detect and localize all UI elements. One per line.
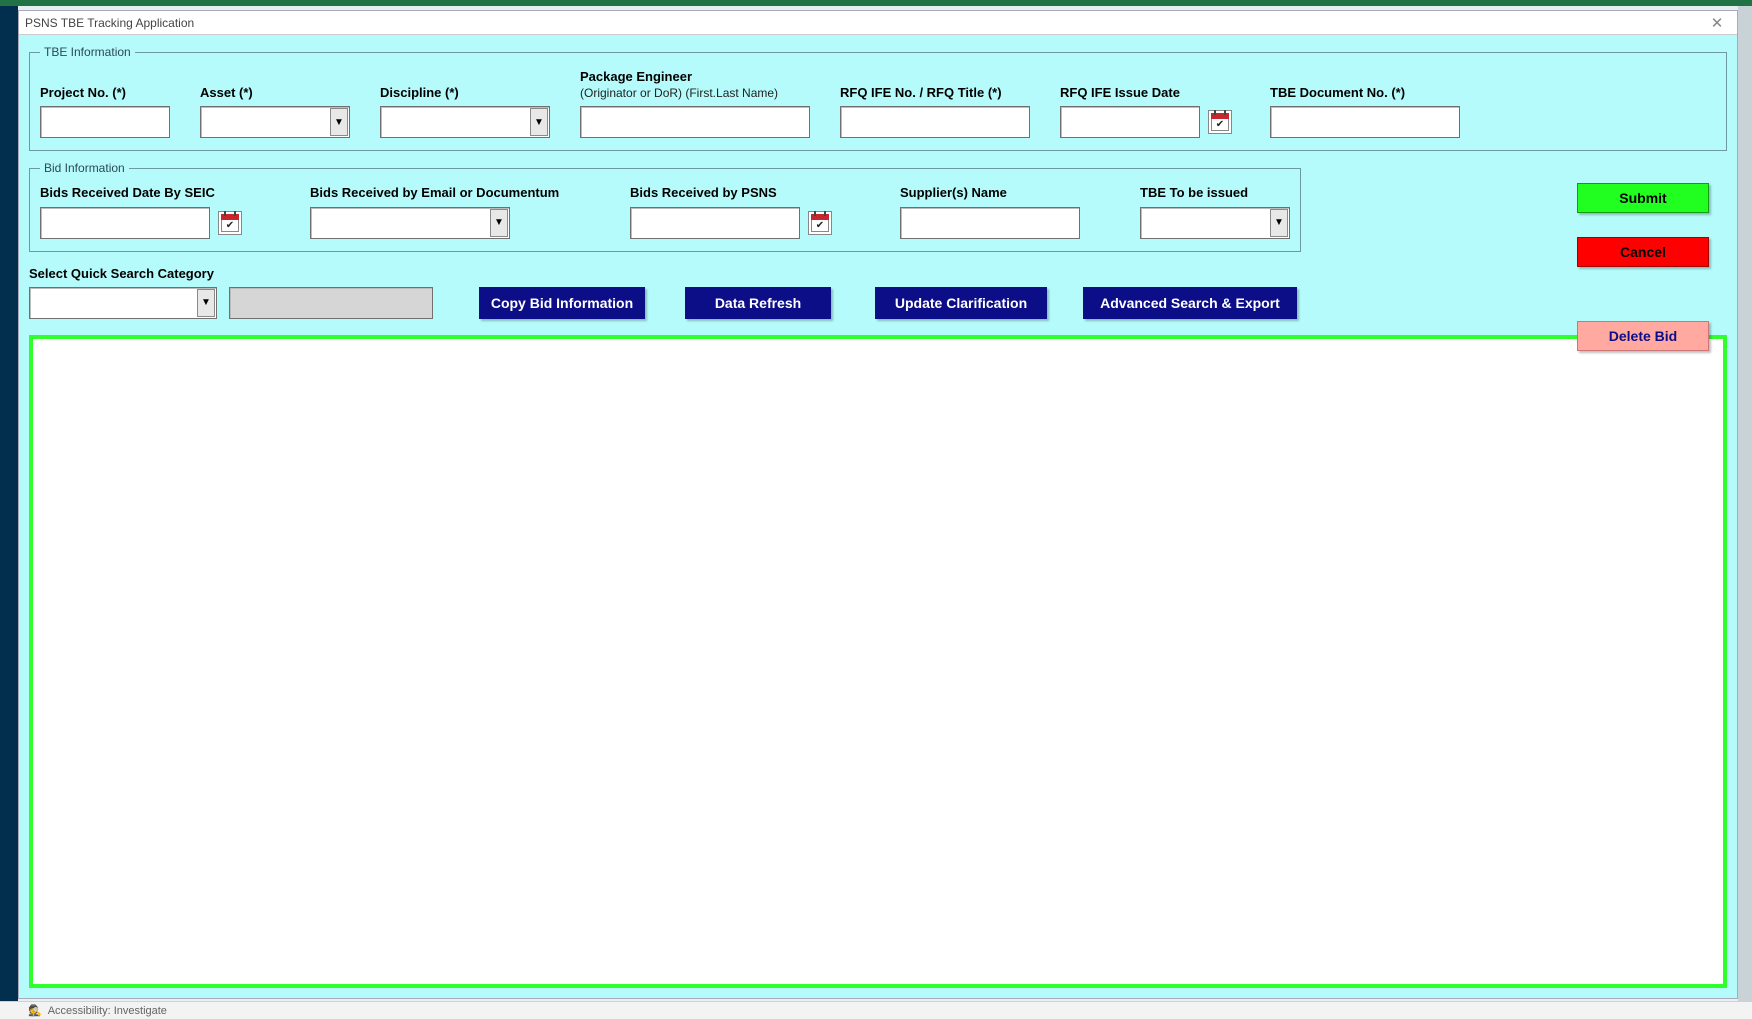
window-title: PSNS TBE Tracking Application	[25, 16, 194, 30]
app-top-ribbon	[0, 0, 1752, 6]
method-combobox[interactable]	[310, 207, 510, 239]
submit-button[interactable]: Submit	[1577, 183, 1709, 213]
package-engineer-sublabel: (Originator or DoR) (First.Last Name)	[580, 86, 778, 100]
discipline-label: Discipline (*)	[380, 85, 550, 101]
window-content: TBE Information Project No. (*) Asset (*…	[19, 35, 1737, 998]
tbe-doc-no-label: TBE Document No. (*)	[1270, 85, 1460, 101]
chevron-down-icon[interactable]: ▼	[490, 209, 508, 237]
titlebar: PSNS TBE Tracking Application ✕	[19, 11, 1737, 35]
project-no-label: Project No. (*)	[40, 85, 170, 101]
background-app-strip	[0, 6, 18, 1019]
quick-search-term-input[interactable]	[229, 287, 433, 319]
copy-bid-button[interactable]: Copy Bid Information	[479, 287, 645, 319]
package-engineer-label-text: Package Engineer	[580, 69, 692, 84]
supplier-input[interactable]	[900, 207, 1080, 239]
calendar-icon: ✔	[221, 214, 239, 232]
method-label: Bids Received by Email or Documentum	[310, 185, 570, 201]
window-close-button[interactable]: ✕	[1697, 11, 1737, 35]
chevron-down-icon[interactable]: ▼	[197, 289, 215, 317]
seic-date-calendar-button[interactable]: ✔	[218, 211, 242, 235]
tbe-information-group: TBE Information Project No. (*) Asset (*…	[29, 45, 1727, 151]
bid-information-group: Bid Information Bids Received Date By SE…	[29, 161, 1301, 252]
chevron-down-icon[interactable]: ▼	[1270, 209, 1288, 237]
accessibility-icon: 🕵	[28, 1004, 42, 1017]
tbe-issue-label: TBE To be issued	[1140, 185, 1290, 201]
search-and-actions-row: Select Quick Search Category ▼ Copy Bid …	[29, 266, 1727, 319]
chevron-down-icon[interactable]: ▼	[530, 108, 548, 136]
rfq-no-input[interactable]	[840, 106, 1030, 138]
package-engineer-input[interactable]	[580, 106, 810, 138]
psns-date-calendar-button[interactable]: ✔	[808, 211, 832, 235]
quick-search-label: Select Quick Search Category	[29, 266, 433, 281]
tbe-issue-combobox[interactable]	[1140, 207, 1290, 239]
background-right-strip	[1738, 6, 1752, 1001]
discipline-combobox[interactable]	[380, 106, 550, 138]
bid-group-legend: Bid Information	[40, 161, 129, 175]
calendar-icon: ✔	[1211, 113, 1229, 131]
asset-label: Asset (*)	[200, 85, 350, 101]
package-engineer-label: Package Engineer (Originator or DoR) (Fi…	[580, 69, 810, 100]
psns-date-input[interactable]	[630, 207, 800, 239]
main-window: PSNS TBE Tracking Application ✕ TBE Info…	[18, 10, 1738, 999]
update-clarification-button[interactable]: Update Clarification	[875, 287, 1047, 319]
calendar-icon: ✔	[811, 214, 829, 232]
project-no-input[interactable]	[40, 106, 170, 138]
psns-date-label: Bids Received by PSNS	[630, 185, 840, 201]
side-actions: Submit Cancel Delete Bid	[1577, 183, 1709, 351]
quick-search-category-combobox[interactable]	[29, 287, 217, 319]
rfq-date-label: RFQ IFE Issue Date	[1060, 85, 1240, 101]
asset-combobox[interactable]	[200, 106, 350, 138]
rfq-date-input[interactable]	[1060, 106, 1200, 138]
seic-date-label: Bids Received Date By SEIC	[40, 185, 250, 201]
close-icon: ✕	[1711, 14, 1724, 32]
data-refresh-button[interactable]: Data Refresh	[685, 287, 831, 319]
results-grid[interactable]	[29, 335, 1727, 988]
delete-bid-button[interactable]: Delete Bid	[1577, 321, 1709, 351]
rfq-date-calendar-button[interactable]: ✔	[1208, 110, 1232, 134]
accessibility-status: Accessibility: Investigate	[48, 1005, 167, 1017]
rfq-no-label: RFQ IFE No. / RFQ Title (*)	[840, 85, 1030, 101]
seic-date-input[interactable]	[40, 207, 210, 239]
cancel-button[interactable]: Cancel	[1577, 237, 1709, 267]
chevron-down-icon[interactable]: ▼	[330, 108, 348, 136]
tbe-doc-no-input[interactable]	[1270, 106, 1460, 138]
statusbar: 🕵 Accessibility: Investigate	[0, 1001, 1752, 1019]
quick-search-column: Select Quick Search Category ▼	[29, 266, 433, 319]
advanced-search-button[interactable]: Advanced Search & Export	[1083, 287, 1297, 319]
tbe-group-legend: TBE Information	[40, 45, 135, 59]
supplier-label: Supplier(s) Name	[900, 185, 1080, 201]
